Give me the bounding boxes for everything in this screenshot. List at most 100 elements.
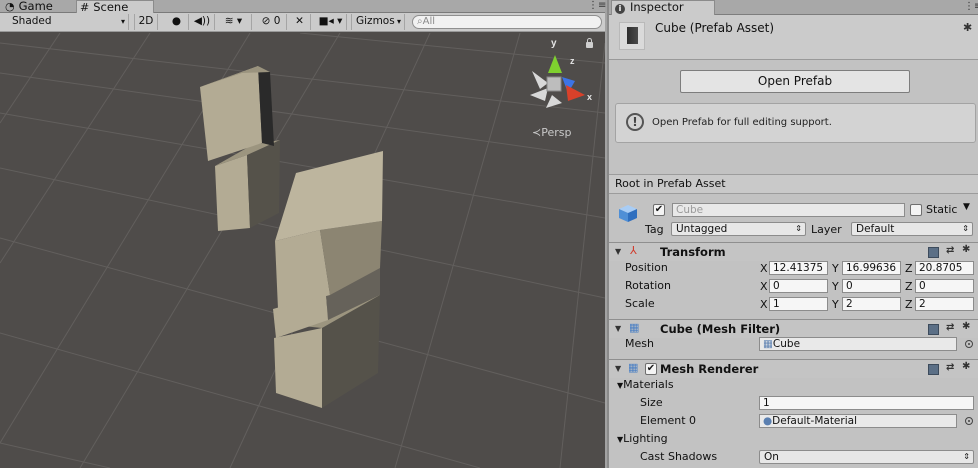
layer-label: Layer — [811, 223, 842, 236]
foldout-arrow-icon[interactable]: ▼ — [615, 247, 621, 256]
gizmo-y-label: y — [551, 38, 557, 49]
help-box: ! Open Prefab for full editing support. — [615, 103, 976, 143]
mesh-icon: ▦ — [763, 338, 773, 350]
cast-shadows-dropdown[interactable]: On ⇕ — [759, 450, 974, 464]
object-picker-icon[interactable] — [965, 417, 973, 425]
mesh-filter-header[interactable]: ▼ ▦ Cube (Mesh Filter) ⇄ ✱ — [609, 319, 978, 338]
perspective-icon: ≺ — [532, 126, 542, 139]
inspector-panel: iInspector ⋮≡ Cube (Prefab Asset) ✱ Open… — [607, 0, 978, 468]
mesh-renderer-icon: ▦ — [628, 361, 639, 374]
camera-icon: ■◂ ▾ — [318, 15, 343, 27]
scale-x-field[interactable]: 1 — [769, 297, 828, 311]
scale-z-field[interactable]: 2 — [915, 297, 974, 311]
2d-toggle-button[interactable]: 2D — [134, 14, 158, 30]
foldout-arrow-icon[interactable]: ▼ — [615, 324, 621, 333]
scale-y-field[interactable]: 2 — [842, 297, 901, 311]
position-z-field[interactable]: 20.8705 — [915, 261, 974, 275]
gear-icon[interactable]: ✱ — [962, 244, 970, 255]
tools-toggle-button[interactable]: ✕ — [289, 14, 311, 30]
gizmo-z-label: z — [570, 56, 575, 66]
speaker-icon: ◀)) — [193, 15, 211, 27]
effects-icon: ≋ ▾ — [224, 15, 243, 27]
rotation-x-label[interactable]: X — [760, 280, 768, 293]
tab-inspector[interactable]: i Inspector — [611, 0, 715, 15]
gameobject-cube-icon — [619, 205, 637, 222]
presets-icon[interactable]: ⇄ — [946, 322, 954, 333]
tools-icon: ✕ — [295, 15, 304, 27]
tab-game[interactable]: ◔ Game — [2, 0, 75, 13]
scale-x-label[interactable]: X — [760, 298, 768, 311]
gizmos-dropdown[interactable]: Gizmos ▾ — [351, 14, 405, 30]
chevron-updown-icon: ⇕ — [963, 452, 970, 461]
tab-scene[interactable]: # Scene — [76, 0, 154, 14]
materials-size-field[interactable]: 1 — [759, 396, 974, 410]
gear-icon[interactable]: ✱ — [963, 21, 972, 34]
scene-view-canvas[interactable]: y z x — [0, 33, 605, 468]
lock-icon[interactable] — [586, 38, 593, 48]
help-book-icon[interactable] — [928, 364, 939, 375]
open-prefab-button[interactable]: Open Prefab — [680, 70, 910, 93]
mesh-label: Mesh — [625, 337, 654, 350]
element0-material-field[interactable]: ●Default-Material — [759, 414, 957, 428]
position-z-label[interactable]: Z — [905, 262, 913, 275]
lighting-toggle-button[interactable]: ● — [165, 14, 189, 30]
active-checkbox[interactable]: ✔ — [653, 204, 665, 216]
rotation-label: Rotation — [625, 279, 672, 292]
info-icon: i — [615, 4, 625, 14]
chevron-down-icon: ▾ — [120, 17, 125, 26]
scene-viewport[interactable]: y z x ≺Persp — [0, 33, 605, 468]
presets-icon[interactable]: ⇄ — [946, 362, 954, 373]
rotation-y-label[interactable]: Y — [832, 280, 839, 293]
camera-dropdown[interactable]: ■◂ ▾ — [315, 14, 347, 30]
rotation-x-field[interactable]: 0 — [769, 279, 828, 293]
info-icon: ! — [626, 113, 644, 131]
material-sphere-icon: ● — [763, 415, 773, 427]
help-book-icon[interactable] — [928, 247, 939, 258]
panel-menu-icon[interactable]: ⋮≡ — [964, 1, 978, 12]
mesh-renderer-header[interactable]: ▼ ▦ ✔ Mesh Renderer ⇄ ✱ — [609, 359, 978, 378]
draw-mode-dropdown[interactable]: Shaded ▾ — [8, 14, 129, 30]
position-y-label[interactable]: Y — [832, 262, 839, 275]
presets-icon[interactable]: ⇄ — [946, 245, 954, 256]
inspector-title: Cube (Prefab Asset) — [655, 21, 775, 35]
projection-label[interactable]: ≺Persp — [532, 126, 571, 139]
mesh-filter-icon: ▦ — [629, 321, 640, 334]
static-checkbox[interactable] — [910, 204, 922, 216]
scale-z-label[interactable]: Z — [905, 298, 913, 311]
rotation-y-field[interactable]: 0 — [842, 279, 901, 293]
effects-dropdown[interactable]: ≋ ▾ — [216, 14, 252, 30]
element0-label: Element 0 — [640, 414, 697, 427]
lighting-foldout[interactable]: ▼Lighting — [617, 432, 668, 445]
foldout-arrow-icon[interactable]: ▼ — [615, 364, 621, 373]
chevron-down-icon[interactable]: ▼ — [963, 202, 970, 212]
scale-label: Scale — [625, 297, 655, 310]
position-y-field[interactable]: 16.99636 — [842, 261, 901, 275]
tag-dropdown[interactable]: Untagged ⇕ — [671, 222, 806, 236]
help-book-icon[interactable] — [928, 324, 939, 335]
panel-menu-icon[interactable]: ⋮≡ — [588, 0, 606, 11]
gear-icon[interactable]: ✱ — [962, 321, 970, 332]
scene-tabbar: ◔ Game # Scene ⋮≡ — [0, 0, 606, 14]
materials-size-label: Size — [640, 396, 663, 409]
position-x-label[interactable]: X — [760, 262, 768, 275]
layer-dropdown[interactable]: Default ⇕ — [851, 222, 973, 236]
object-name-field[interactable]: Cube — [672, 203, 905, 217]
rotation-z-label[interactable]: Z — [905, 280, 913, 293]
position-label: Position — [625, 261, 668, 274]
gizmo-x-label: x — [587, 92, 592, 102]
gizmo-center-cube[interactable] — [546, 76, 562, 92]
position-x-field[interactable]: 12.41375 — [769, 261, 828, 275]
transform-header[interactable]: ▼ ⅄ Transform ⇄ ✱ — [609, 242, 978, 261]
help-text: Open Prefab for full editing support. — [652, 117, 832, 128]
scene-search-input[interactable]: ⌕All — [412, 15, 602, 29]
audio-toggle-button[interactable]: ◀)) — [190, 14, 215, 30]
mesh-renderer-enabled-checkbox[interactable]: ✔ — [645, 363, 657, 375]
mesh-object-field[interactable]: ▦Cube — [759, 337, 957, 351]
rotation-z-field[interactable]: 0 — [915, 279, 974, 293]
hidden-objects-toggle[interactable]: ⊘ 0 — [256, 14, 287, 30]
scale-y-label[interactable]: Y — [832, 298, 839, 311]
prefab-thumbnail-icon — [619, 22, 645, 50]
materials-foldout[interactable]: ▼Materials — [617, 378, 674, 391]
object-picker-icon[interactable] — [965, 340, 973, 348]
gear-icon[interactable]: ✱ — [962, 361, 970, 372]
